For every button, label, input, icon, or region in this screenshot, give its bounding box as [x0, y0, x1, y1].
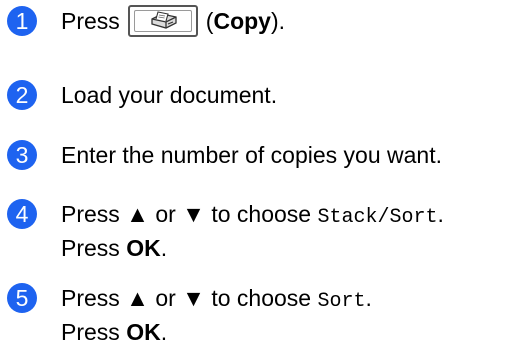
step-4: 4 Press ▲ or ▼ to choose Stack/Sort. Pre… [7, 199, 444, 263]
step-text: Press ▲ or ▼ to choose Stack/Sort. Press… [61, 199, 444, 263]
menu-option-stack-sort: Stack/Sort [317, 206, 438, 229]
step-text: Press ▲ or ▼ to choose Sort. Press OK. [61, 283, 372, 347]
copier-icon [133, 9, 192, 32]
step-1: 1 Press (Copy). [7, 4, 286, 37]
choose-text: Press ▲ or ▼ to choose [61, 285, 312, 311]
step-2: 2 Load your document. [7, 80, 277, 110]
line-end-period: . [160, 235, 168, 261]
step-3: 3 Enter the number of copies you want. [7, 140, 442, 170]
step-5: 5 Press ▲ or ▼ to choose Sort. Press OK. [7, 283, 372, 347]
step-text: Enter the number of copies you want. [61, 142, 442, 168]
step-number-badge: 2 [7, 80, 37, 110]
step-text: Press (Copy). [61, 4, 286, 37]
step-line-choose: Press ▲ or ▼ to choose Stack/Sort. [61, 199, 444, 233]
copy-button[interactable] [127, 4, 198, 37]
step-number-badge: 3 [7, 140, 37, 170]
line-end-period: . [365, 285, 372, 311]
line-end-period: . [160, 319, 168, 345]
ok-key-label: OK [126, 319, 161, 345]
step-text-press: Press [61, 8, 120, 34]
line-end-period: . [437, 201, 444, 227]
menu-option-sort: Sort [317, 290, 366, 313]
choose-text: Press ▲ or ▼ to choose [61, 201, 312, 227]
step-text: Load your document. [61, 82, 278, 108]
ok-key-label: OK [126, 235, 161, 261]
copy-paren-close: ). [270, 8, 286, 34]
instruction-steps: 1 Press (Copy). 2 Load your document. 3 … [0, 0, 529, 346]
step-line-press-ok: Press OK. [61, 317, 372, 347]
press-text: Press [61, 319, 120, 345]
step-line-choose: Press ▲ or ▼ to choose Sort. [61, 283, 372, 317]
step-number-badge: 1 [7, 6, 37, 36]
step-line-press-ok: Press OK. [61, 233, 444, 263]
copy-label: Copy [213, 8, 271, 34]
step-number-badge: 5 [7, 283, 37, 313]
step-number-badge: 4 [7, 199, 37, 229]
press-text: Press [61, 235, 120, 261]
